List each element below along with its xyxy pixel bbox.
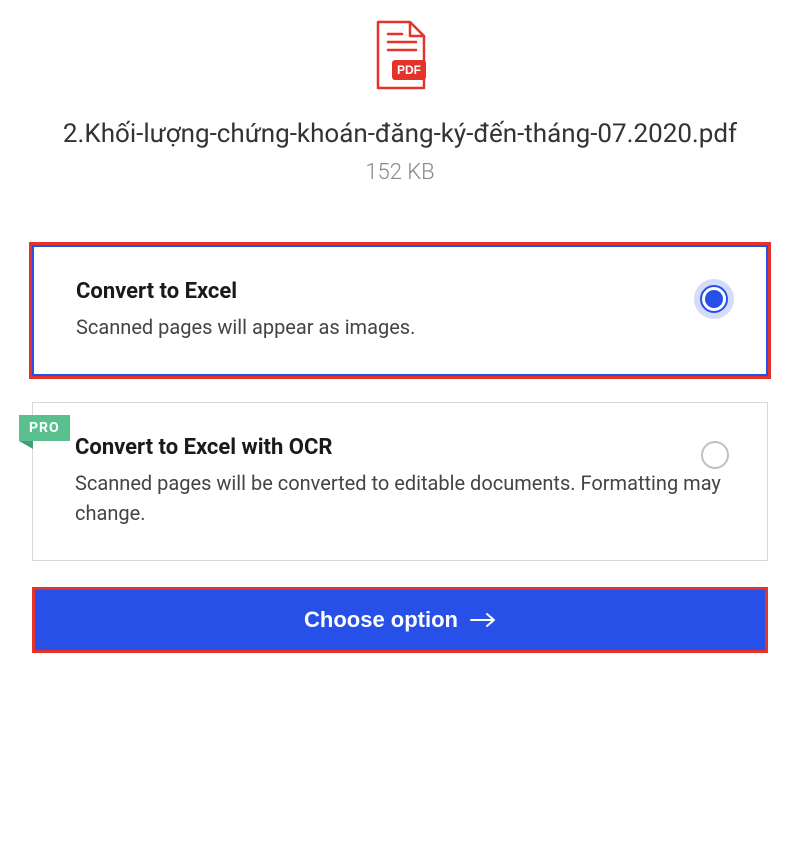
option-title: Convert to Excel xyxy=(76,279,734,304)
choose-option-button[interactable]: Choose option xyxy=(32,587,768,653)
pdf-file-icon: PDF xyxy=(370,20,430,96)
radio-unselected-icon[interactable] xyxy=(701,441,729,469)
option-description: Scanned pages will be converted to edita… xyxy=(75,468,735,528)
option-title: Convert to Excel with OCR xyxy=(75,435,735,460)
choose-option-label: Choose option xyxy=(304,607,458,633)
option-convert-to-excel[interactable]: Convert to Excel Scanned pages will appe… xyxy=(32,245,768,376)
file-size: 152 KB xyxy=(32,160,768,185)
pro-badge: PRO xyxy=(19,415,70,441)
file-name: 2.Khối-lượng-chứng-khoán-đăng-ký-đến-thá… xyxy=(32,116,768,152)
pdf-badge-text: PDF xyxy=(397,63,421,77)
radio-selected-icon[interactable] xyxy=(700,285,728,313)
option-convert-to-excel-ocr[interactable]: PRO Convert to Excel with OCR Scanned pa… xyxy=(32,402,768,561)
option-description: Scanned pages will appear as images. xyxy=(76,312,734,342)
arrow-right-icon xyxy=(470,612,496,628)
